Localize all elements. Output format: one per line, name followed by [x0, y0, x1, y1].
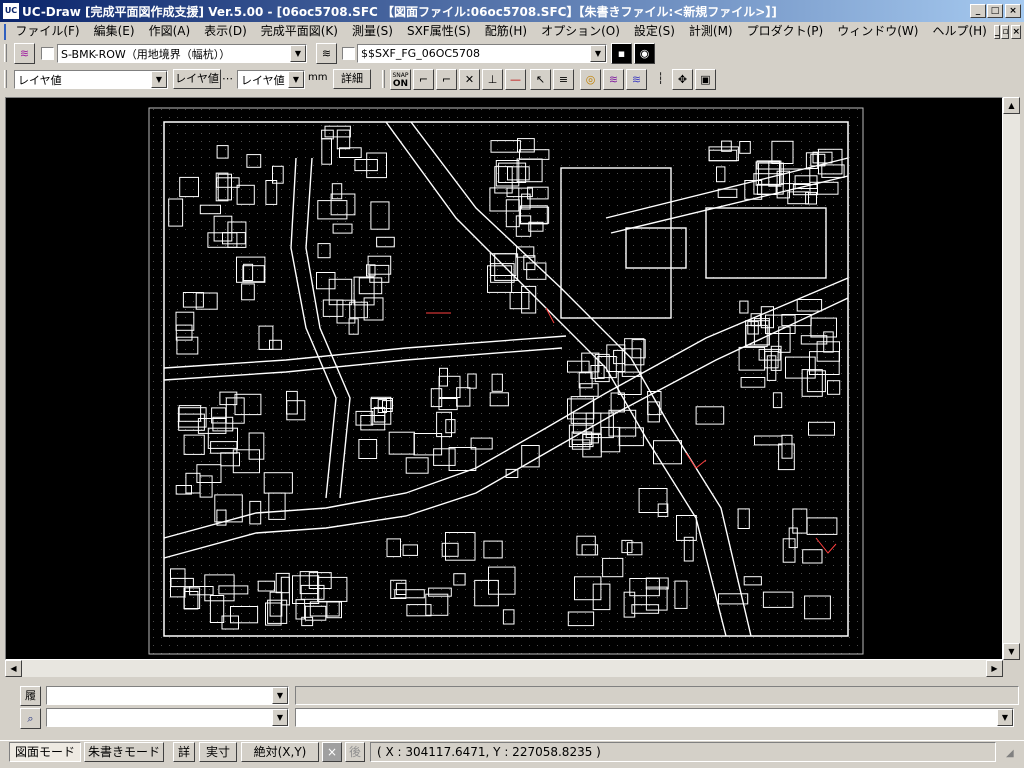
- menu-completion-plan[interactable]: 完成平面図(K): [254, 22, 345, 41]
- detail-button[interactable]: 詳細: [333, 69, 371, 89]
- command-panel: 履 ⌕ ▼ ▼ ▼: [0, 680, 1024, 738]
- coordinate-readout: ( X : 304117.6471, Y : 227058.8235 ): [370, 742, 996, 762]
- dots-icon: ⋯: [222, 72, 233, 85]
- unit-label: mm: [308, 72, 328, 83]
- resize-grip-icon: ◢: [1006, 748, 1014, 759]
- sxf-checkbox[interactable]: [342, 47, 355, 60]
- grip-handle: [382, 70, 385, 88]
- menu-view[interactable]: 表示(D): [197, 22, 254, 41]
- child-minimize-button[interactable]: _: [993, 24, 1001, 39]
- menu-product[interactable]: プロダクト(P): [740, 22, 831, 41]
- line-width-combo[interactable]: レイヤ値 ▼: [237, 70, 305, 89]
- pointer-icon[interactable]: ↖: [530, 69, 551, 90]
- snap-state: ON: [392, 79, 409, 89]
- app-icon: UC: [3, 3, 19, 19]
- child-restore-button[interactable]: ▫: [1001, 24, 1010, 39]
- line-color-combo[interactable]: レイヤ値 ▼: [14, 70, 168, 89]
- scroll-left-button[interactable]: ◀: [5, 660, 22, 677]
- detail-button[interactable]: 詳: [173, 742, 195, 762]
- menu-rebar[interactable]: 配筋(H): [478, 22, 534, 41]
- sheet-frame: [148, 107, 864, 655]
- horizontal-scrollbar[interactable]: ◀ ▶: [5, 660, 1003, 677]
- snap-intersection-icon[interactable]: ✕: [459, 69, 480, 90]
- layer-stack-icon[interactable]: ≋: [14, 43, 35, 64]
- target-icon[interactable]: ◉: [634, 43, 655, 64]
- menu-draw[interactable]: 作図(A): [142, 22, 198, 41]
- toolbar-properties: レイヤ値 ▼ レイヤ値 ⋯ レイヤ値 ▼ mm 詳細 SNAP ON ⌐ ⌐ ✕ ⊥…: [0, 68, 1024, 90]
- scroll-right-button[interactable]: ▶: [986, 660, 1003, 677]
- grip-handle: [4, 70, 7, 88]
- history-button[interactable]: 履: [20, 686, 41, 706]
- snap-endpoint-icon[interactable]: ⌐: [413, 69, 434, 90]
- color-square-icon[interactable]: ▪: [611, 43, 632, 64]
- clear-button[interactable]: ×: [322, 742, 342, 762]
- drawing-canvas[interactable]: [5, 97, 1003, 660]
- scroll-down-button[interactable]: ▼: [1003, 643, 1020, 660]
- window-title: UC-Draw [完成平面図作成支援] Ver.5.00 - [06oc5708…: [22, 4, 777, 19]
- snap-midpoint-icon[interactable]: ⌐: [436, 69, 457, 90]
- sxf-combo[interactable]: $$SXF_FG_06OC5708 ▼: [357, 44, 607, 63]
- actual-size-button[interactable]: 実寸: [199, 742, 237, 762]
- window-icon[interactable]: ▣: [695, 69, 716, 90]
- menu-measure[interactable]: 計測(M): [682, 22, 740, 41]
- command-input[interactable]: ▼: [295, 708, 1014, 727]
- layer-copy-icon[interactable]: ≋: [603, 69, 624, 90]
- title-bar: UC UC-Draw [完成平面図作成支援] Ver.5.00 - [06oc5…: [0, 0, 1024, 22]
- menu-help[interactable]: ヘルプ(H): [925, 22, 993, 41]
- menu-options[interactable]: オプション(O): [534, 22, 627, 41]
- layer-combo[interactable]: S-BMK-ROW（用地境界（幅杭）） ▼: [57, 44, 307, 63]
- menu-edit[interactable]: 編集(E): [87, 22, 142, 41]
- sxf-layer-icon[interactable]: ≋: [316, 43, 337, 64]
- vertical-scrollbar[interactable]: ▲ ▼: [1003, 97, 1020, 660]
- menu-survey[interactable]: 測量(S): [345, 22, 400, 41]
- history-combo[interactable]: ▼: [46, 686, 289, 705]
- menu-bar: ファイル(F) 編集(E) 作図(A) 表示(D) 完成平面図(K) 測量(S)…: [0, 22, 1024, 41]
- pan-icon[interactable]: ✥: [672, 69, 693, 90]
- layer-checkbox[interactable]: [41, 47, 54, 60]
- menu-file[interactable]: ファイル(F): [8, 22, 86, 41]
- search-zoom-icon[interactable]: ⌕: [20, 708, 41, 729]
- tab-markup-mode[interactable]: 朱書きモード: [84, 742, 164, 762]
- child-close-button[interactable]: ×: [1011, 24, 1021, 39]
- document-icon: [4, 23, 7, 40]
- absolute-coordinate-button[interactable]: 絶対(X,Y): [241, 742, 319, 762]
- command-combo[interactable]: ▼: [46, 708, 289, 727]
- menu-window[interactable]: ウィンドウ(W): [830, 22, 925, 41]
- snap-perpendicular-icon[interactable]: ⊥: [482, 69, 503, 90]
- menu-settings[interactable]: 設定(S): [627, 22, 682, 41]
- scroll-up-button[interactable]: ▲: [1003, 97, 1020, 114]
- measure-icon[interactable]: ◎: [580, 69, 601, 90]
- minimize-button[interactable]: _: [970, 4, 986, 18]
- tab-drawing-mode[interactable]: 図面モード: [9, 742, 81, 762]
- line-type-button[interactable]: レイヤ値: [173, 69, 221, 89]
- snap-online-icon[interactable]: —: [505, 69, 526, 90]
- toolbar-layer: ≋ S-BMK-ROW（用地境界（幅杭）） ▼ ≋ $$SXF_FG_06OC57…: [0, 42, 1024, 64]
- drawing-sheet: [148, 107, 864, 655]
- menu-sxf-attribute[interactable]: SXF属性(S): [400, 22, 478, 41]
- message-area: [295, 686, 1019, 705]
- close-button[interactable]: ×: [1005, 4, 1021, 18]
- maximize-button[interactable]: □: [987, 4, 1003, 18]
- separator-icon: ┆: [650, 69, 671, 90]
- layer-color-icon[interactable]: ≋: [626, 69, 647, 90]
- snap-toggle-button[interactable]: SNAP ON: [390, 69, 411, 90]
- grip-handle: [4, 44, 7, 62]
- layer-select-icon[interactable]: ≡: [553, 69, 574, 90]
- after-button[interactable]: 後: [345, 742, 365, 762]
